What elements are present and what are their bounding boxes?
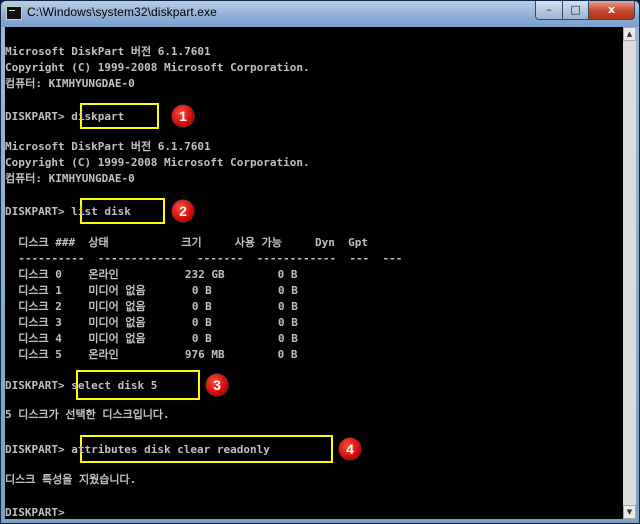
disk-table-row: 디스크 3 미디어 없음 0 B 0 B [5, 316, 298, 329]
step-badge-3: 3 [206, 374, 228, 396]
disk-table-row: 디스크 4 미디어 없음 0 B 0 B [5, 332, 298, 345]
step-badge-1: 1 [172, 105, 194, 127]
disk-table-header: 디스크 ### 상태 크기 사용 가능 Dyn Gpt [5, 236, 368, 249]
console-line: Microsoft DiskPart 버전 6.1.7601 [5, 45, 211, 58]
step-badge-2: 2 [172, 200, 194, 222]
disk-table-separator: ---------- ------------- ------- -------… [5, 252, 403, 265]
console-line: 디스크 특성을 지웠습니다. [5, 473, 137, 486]
maximize-button[interactable]: □ [562, 1, 589, 20]
console-prompt-line: DISKPART> diskpart [5, 110, 125, 123]
console-line: Copyright (C) 1999-2008 Microsoft Corpor… [5, 156, 310, 169]
console-prompt-line: DISKPART> list disk [5, 205, 131, 218]
step-badge-4: 4 [339, 438, 361, 460]
title-bar[interactable]: C:\Windows\system32\diskpart.exe – □ x [1, 1, 639, 27]
console-line: 컴퓨터: KIMHYUNGDAE-0 [5, 172, 135, 185]
disk-table-row: 디스크 1 미디어 없음 0 B 0 B [5, 284, 298, 297]
console-app-icon[interactable] [6, 6, 22, 20]
console-prompt-line: DISKPART> [5, 506, 65, 519]
disk-table-row: 디스크 5 온라인 976 MB 0 B [5, 348, 298, 361]
console-window: C:\Windows\system32\diskpart.exe – □ x M… [0, 0, 640, 524]
close-button[interactable]: x [588, 1, 635, 20]
minimize-button[interactable]: – [535, 1, 563, 20]
console-prompt-line: DISKPART> select disk 5 [5, 379, 158, 392]
console-line: Microsoft DiskPart 버전 6.1.7601 [5, 140, 211, 153]
scroll-up-arrow-icon[interactable]: ▲ [623, 27, 636, 41]
disk-table-row: 디스크 2 미디어 없음 0 B 0 B [5, 300, 298, 313]
disk-table-row: 디스크 0 온라인 232 GB 0 B [5, 268, 298, 281]
console-line: 컴퓨터: KIMHYUNGDAE-0 [5, 77, 135, 90]
vertical-scrollbar[interactable]: ▲ ▼ [623, 27, 636, 519]
console-output[interactable]: Microsoft DiskPart 버전 6.1.7601 Copyright… [5, 27, 623, 519]
console-prompt-line: DISKPART> attributes disk clear readonly [5, 443, 270, 456]
console-line: 5 디스크가 선택한 디스크입니다. [5, 408, 170, 421]
window-title: C:\Windows\system32\diskpart.exe [27, 5, 217, 19]
console-line: Copyright (C) 1999-2008 Microsoft Corpor… [5, 61, 310, 74]
scroll-down-arrow-icon[interactable]: ▼ [623, 505, 636, 519]
